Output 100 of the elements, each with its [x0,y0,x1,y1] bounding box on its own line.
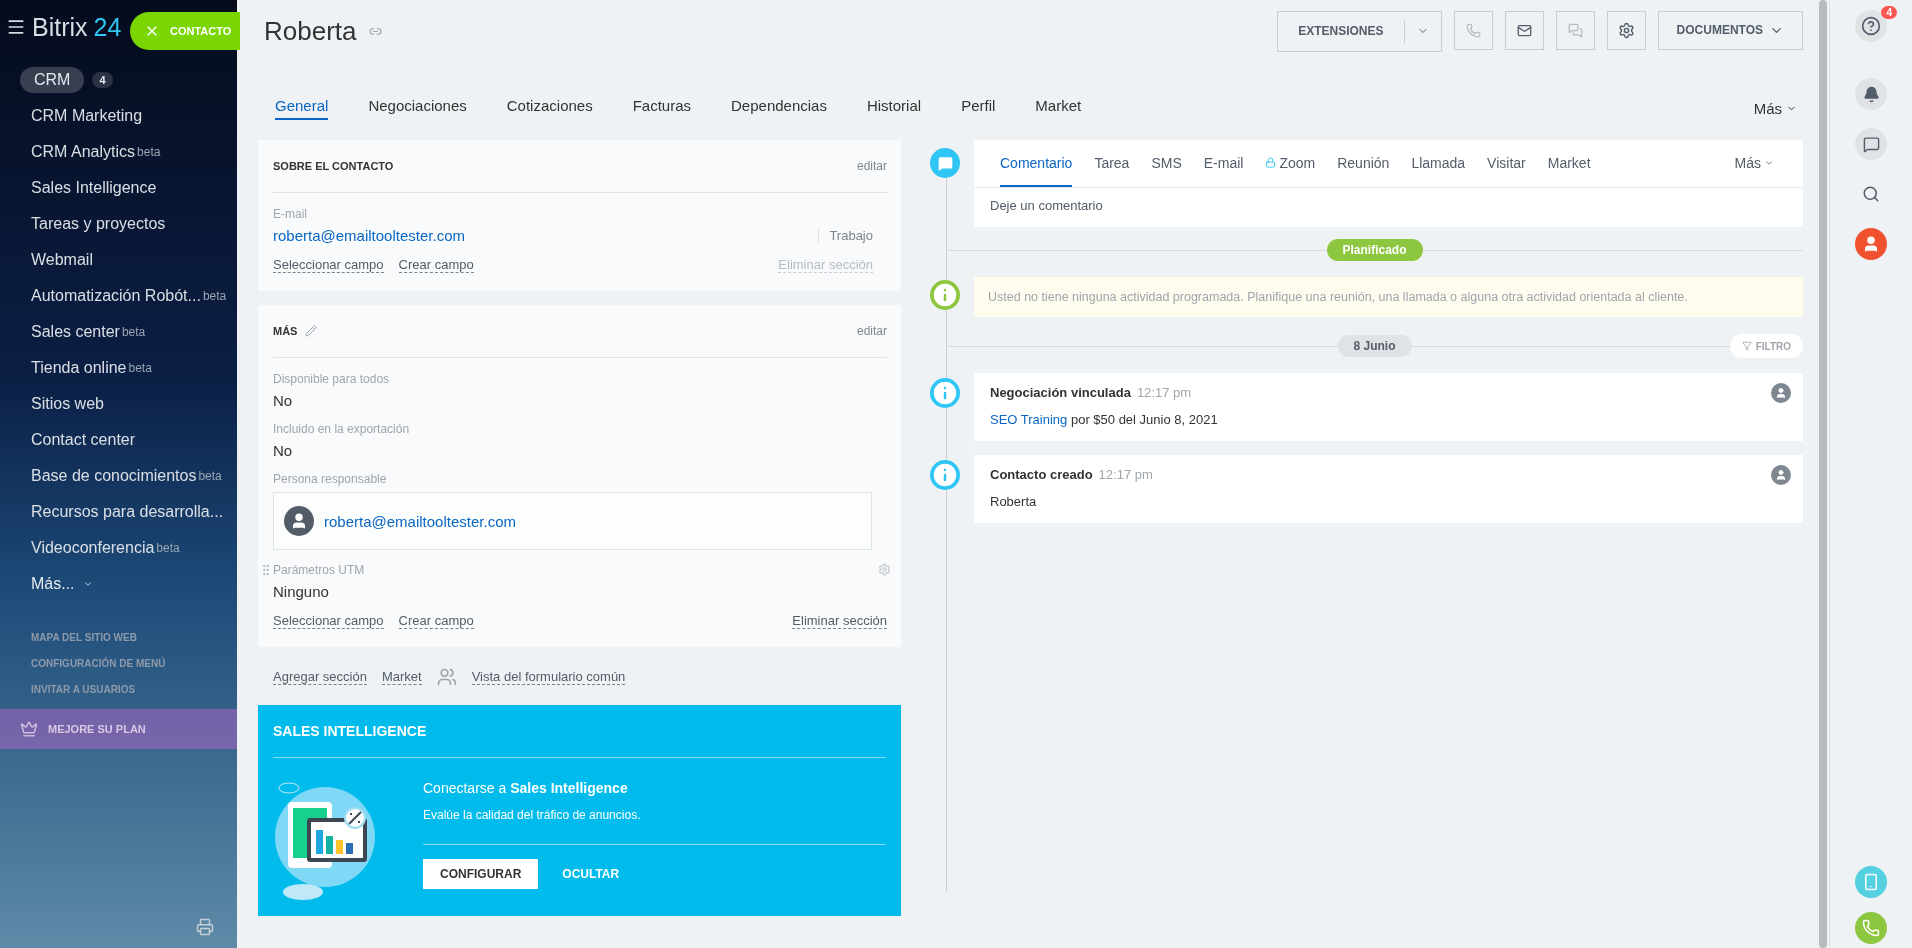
promo-text: Evalúe la calidad del tráfico de anuncios. [423,808,886,845]
beta-label: beta [128,361,152,375]
settings-icon[interactable] [878,563,891,576]
email-type: Trabajo [818,228,873,243]
printer-icon[interactable] [196,918,214,936]
tab[interactable]: Negociaciones [368,96,467,120]
activity-more-tab[interactable]: Más [1734,140,1774,187]
sidebar-item[interactable]: Tareas y proyectos [20,206,237,242]
market-link[interactable]: Market [381,669,422,685]
user-avatar-icon [1771,383,1791,403]
count-badge: 4 [92,72,113,88]
phone-icon [1862,919,1880,937]
tab[interactable]: Market [1035,96,1082,120]
help-button[interactable] [1855,10,1887,42]
filter-icon [1741,341,1752,351]
activity-tab[interactable]: Zoom [1265,140,1316,187]
activity-tab[interactable]: Market [1547,140,1591,187]
brand-logo: Bitrix 24 [32,12,122,42]
action-link[interactable]: Seleccionar campo [273,257,384,273]
sidebar-item[interactable]: CRM Marketing [20,98,237,134]
search-icon [1862,185,1880,203]
tab[interactable]: Perfil [961,96,996,120]
scrollbar[interactable] [1819,0,1827,948]
info-icon [930,280,960,310]
tab[interactable]: General [275,96,329,120]
menu-icon[interactable] [6,17,26,37]
contact-title: Roberta [264,15,357,47]
field-label: E-mail [273,207,307,221]
field-value: No [273,442,293,459]
edit-link[interactable]: editar [856,324,887,338]
envelope-icon [1516,22,1532,38]
beta-label: beta [121,325,146,339]
edit-link[interactable]: editar [856,159,887,173]
common-form-link[interactable]: Vista del formulario común [471,669,626,685]
event-text: SEO Training por $50 del Junio 8, 2021 [990,412,1219,427]
promo-title: SALES INTELLIGENCE [273,705,886,758]
chat-list-button[interactable] [1855,128,1887,160]
activity-tab[interactable]: Comentario [1000,140,1073,187]
no-activity-notice: Usted no tiene ninguna actividad programada. Planifique una reunión, una llamada o alguna otra actividad orientada al cliente. [974,277,1803,317]
user-avatar-button[interactable] [1855,228,1887,260]
add-section-link[interactable]: Agregar sección [273,669,367,685]
tab[interactable]: Cotizaciones [506,96,593,120]
activity-tab[interactable]: SMS [1151,140,1182,187]
user-avatar-icon [284,506,314,536]
event-time: 12:17 pm [1098,467,1153,482]
notification-badge: 4 [1881,6,1897,19]
activity-tab[interactable]: Reunión [1337,140,1390,187]
chat-button[interactable] [1555,10,1595,50]
settings-icon [1617,21,1635,39]
event-title: Negociación vinculada [990,385,1131,400]
bell-icon [1862,85,1880,103]
tab[interactable]: Dependencias [731,96,827,120]
date-label: 8 Junio [1337,335,1412,357]
user-link[interactable]: roberta@emailtooltester.com [324,512,516,530]
user-avatar-icon [1771,465,1791,485]
phone-button[interactable] [1453,10,1493,50]
action-link[interactable]: Seleccionar campo [273,613,384,629]
deal-link[interactable]: SEO Training [990,412,1068,427]
sidebar-item[interactable]: Sales Intelligence [20,170,237,206]
beta-label: beta [198,469,222,483]
beta-label: beta [156,541,180,555]
person-icon [1862,235,1880,253]
settings-button[interactable] [1606,10,1646,50]
mail-button[interactable] [1504,10,1544,50]
field-value: Ninguno [273,583,329,600]
users-icon [436,667,457,687]
comment-field[interactable]: Deje un comentario [974,188,1803,227]
activity-tab[interactable]: E-mail [1203,140,1244,187]
event-time: 12:17 pm [1136,385,1192,400]
info-icon [930,460,960,490]
pencil-icon[interactable] [305,325,318,337]
activity-tab[interactable]: Llamada [1411,140,1466,187]
tab[interactable]: Historial [866,96,922,120]
sidebar-more[interactable]: Más... [20,566,237,602]
promo-heading: Conectarse a Sales Intelligence [423,780,629,796]
delete-section-link[interactable]: Eliminar sección [792,613,887,629]
phone-icon [1465,22,1481,38]
sidebar-item[interactable]: Contact center [20,422,237,458]
configure-button[interactable]: CONFIGURAR [423,859,539,889]
bell-button[interactable] [1855,78,1887,110]
section-title: SOBRE EL CONTACTO [273,160,394,172]
more-tab[interactable]: Más [1747,98,1803,118]
activity-tab[interactable]: Tarea [1094,140,1130,187]
smartphone-icon [1862,873,1880,891]
mobile-button[interactable] [1855,866,1887,898]
activity-tab[interactable]: Visitar [1487,140,1526,187]
sidebar-item[interactable]: CRM 4 [20,62,237,98]
event-text: Roberta [990,494,1038,509]
action-link[interactable]: Crear campo [398,257,474,273]
documents-button[interactable]: DOCUMENTOS [1657,10,1803,50]
sidebar-item[interactable]: Sitios web [20,386,237,422]
sidebar-item[interactable]: Recursos para desarrolla... [20,494,237,530]
call-button[interactable] [1855,912,1887,944]
email-link[interactable]: roberta@emailtooltester.com [273,227,465,244]
extensions-split-button[interactable]: EXTENSIONES [1277,10,1442,52]
comment-icon [930,148,960,178]
field-value: No [273,392,293,409]
action-link[interactable]: Crear campo [398,613,474,629]
tab[interactable]: Facturas [632,96,692,120]
sidebar-item[interactable]: Webmail [20,242,237,278]
